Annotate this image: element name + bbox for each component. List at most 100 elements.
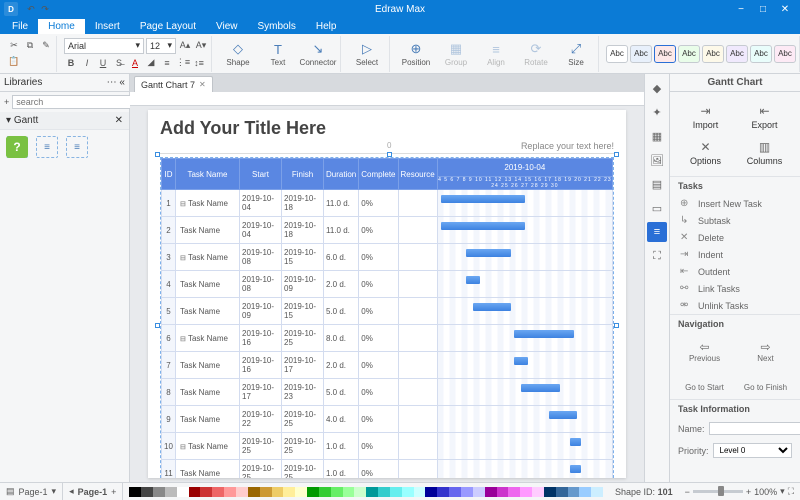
close-button[interactable]: ✕ — [774, 4, 796, 15]
connector-tool[interactable]: ↘Connector — [299, 39, 337, 68]
bullets-icon[interactable]: ⋮≡ — [176, 56, 190, 70]
menu-file[interactable]: File — [2, 19, 38, 34]
gantt-row[interactable]: 7 Task Name2019-10-162019-10-172.0 d.0% — [162, 352, 613, 379]
menu-home[interactable]: Home — [38, 19, 85, 34]
add-library-icon[interactable]: + — [3, 95, 10, 109]
gantt-row[interactable]: 4 Task Name2019-10-082019-10-092.0 d.0% — [162, 271, 613, 298]
more-icon[interactable]: ⛶ — [647, 246, 667, 266]
palette-swatch[interactable] — [189, 487, 201, 497]
format-painter-icon[interactable]: ✎ — [39, 39, 53, 53]
palette-swatch[interactable] — [295, 487, 307, 497]
shape-tool[interactable]: ◇Shape — [219, 39, 257, 68]
palette-swatch[interactable] — [425, 487, 437, 497]
maximize-button[interactable]: □ — [752, 4, 774, 15]
style-swatch[interactable]: Abc — [750, 45, 772, 63]
style-swatch[interactable]: Abc — [702, 45, 724, 63]
nav-go-to-finish[interactable]: Go to Finish — [735, 366, 796, 395]
fit-page-icon[interactable]: ⛶ — [788, 486, 794, 497]
task-action[interactable]: ⚯Link Tasks — [670, 280, 800, 297]
doc-tab-active[interactable]: Gantt Chart 7✕ — [134, 76, 213, 92]
gantt-row[interactable]: 9 Task Name2019-10-222019-10-254.0 d.0% — [162, 406, 613, 433]
active-page-tab[interactable]: Page-1 — [78, 487, 108, 497]
text-tool[interactable]: TText — [259, 39, 297, 68]
font-size-select[interactable]: 12▾ — [146, 38, 176, 54]
copy-icon[interactable]: ⧉ — [23, 39, 37, 53]
calc-icon[interactable]: ▤ — [647, 174, 667, 194]
color-palette[interactable] — [129, 487, 603, 497]
palette-swatch[interactable] — [307, 487, 319, 497]
zoom-value[interactable]: 100% — [754, 487, 777, 497]
page-setup-icon[interactable]: ▭ — [647, 198, 667, 218]
palette-swatch[interactable] — [508, 487, 520, 497]
theme-icon[interactable]: ◆ — [647, 78, 667, 98]
palette-swatch[interactable] — [260, 487, 272, 497]
palette-swatch[interactable] — [449, 487, 461, 497]
columns-button[interactable]: ▥Columns — [735, 134, 794, 170]
palette-swatch[interactable] — [236, 487, 248, 497]
add-page-icon[interactable]: + — [111, 487, 116, 497]
style-swatch[interactable]: Abc — [726, 45, 748, 63]
effects-icon[interactable]: ✦ — [647, 102, 667, 122]
page-list-icon[interactable]: ▤ — [6, 486, 15, 497]
style-swatch[interactable]: Abc — [630, 45, 652, 63]
gantt-row[interactable]: 8 Task Name2019-10-172019-10-235.0 d.0% — [162, 379, 613, 406]
palette-swatch[interactable] — [141, 487, 153, 497]
gantt-row[interactable]: 6⊟ Task Name2019-10-162019-10-258.0 d.0% — [162, 325, 613, 352]
palette-swatch[interactable] — [414, 487, 426, 497]
palette-swatch[interactable] — [473, 487, 485, 497]
task-action[interactable]: ⊕Insert New Task — [670, 195, 800, 212]
line-spacing-icon[interactable]: ↕≡ — [192, 56, 206, 70]
gantt-panel-icon[interactable]: ≡ — [647, 222, 667, 242]
position-tool[interactable]: ⊕Position — [397, 39, 435, 68]
font-name-select[interactable]: Arial▾ — [64, 38, 144, 54]
style-swatch[interactable]: Abc — [606, 45, 628, 63]
decrease-font-icon[interactable]: A▾ — [194, 39, 208, 53]
underline-icon[interactable]: U — [96, 56, 110, 70]
palette-swatch[interactable] — [177, 487, 189, 497]
palette-swatch[interactable] — [591, 487, 603, 497]
palette-swatch[interactable] — [461, 487, 473, 497]
redo-icon[interactable]: ↷ — [38, 2, 52, 16]
style-gallery[interactable]: AbcAbcAbcAbcAbcAbcAbcAbc — [603, 36, 800, 72]
palette-swatch[interactable] — [212, 487, 224, 497]
palette-swatch[interactable] — [579, 487, 591, 497]
palette-swatch[interactable] — [165, 487, 177, 497]
menu-page-layout[interactable]: Page Layout — [130, 19, 206, 34]
palette-swatch[interactable] — [437, 487, 449, 497]
font-color-icon[interactable]: A — [128, 56, 142, 70]
page-subtitle[interactable]: Replace your text here! — [521, 141, 614, 151]
task-name-input[interactable] — [709, 422, 800, 435]
palette-swatch[interactable] — [544, 487, 556, 497]
italic-icon[interactable]: I — [80, 56, 94, 70]
undo-icon[interactable]: ↶ — [24, 2, 38, 16]
gantt-row[interactable]: 10⊟ Task Name2019-10-252019-10-251.0 d.0… — [162, 433, 613, 460]
palette-swatch[interactable] — [343, 487, 355, 497]
task-action[interactable]: ✕Delete — [670, 229, 800, 246]
menu-symbols[interactable]: Symbols — [248, 19, 306, 34]
palette-swatch[interactable] — [224, 487, 236, 497]
gantt-row[interactable]: 11 Task Name2019-10-252019-10-251.0 d.0% — [162, 460, 613, 479]
panel-menu-icon[interactable]: ⋯ « — [107, 77, 125, 88]
task-action[interactable]: ↳Subtask — [670, 212, 800, 229]
import-button[interactable]: ⇥Import — [676, 98, 735, 134]
minimize-button[interactable]: − — [730, 4, 752, 15]
layout-icon[interactable]: ▦ — [647, 126, 667, 146]
palette-swatch[interactable] — [532, 487, 544, 497]
zoom-in-icon[interactable]: + — [746, 487, 751, 497]
palette-swatch[interactable] — [485, 487, 497, 497]
rotate-tool[interactable]: ⟳Rotate — [517, 39, 555, 68]
highlight-icon[interactable]: ◢ — [144, 56, 158, 70]
cut-icon[interactable]: ✂ — [7, 39, 21, 53]
menu-insert[interactable]: Insert — [85, 19, 130, 34]
task-action[interactable]: ⇤Outdent — [670, 263, 800, 280]
palette-swatch[interactable] — [153, 487, 165, 497]
gantt-shape-2[interactable]: ≡ — [36, 136, 58, 158]
palette-swatch[interactable] — [200, 487, 212, 497]
gantt-row[interactable]: 3⊟ Task Name2019-10-082019-10-156.0 d.0% — [162, 244, 613, 271]
palette-swatch[interactable] — [520, 487, 532, 497]
palette-swatch[interactable] — [331, 487, 343, 497]
palette-swatch[interactable] — [378, 487, 390, 497]
bold-icon[interactable]: B — [64, 56, 78, 70]
nav-next[interactable]: ⇨Next — [735, 337, 796, 366]
palette-swatch[interactable] — [272, 487, 284, 497]
